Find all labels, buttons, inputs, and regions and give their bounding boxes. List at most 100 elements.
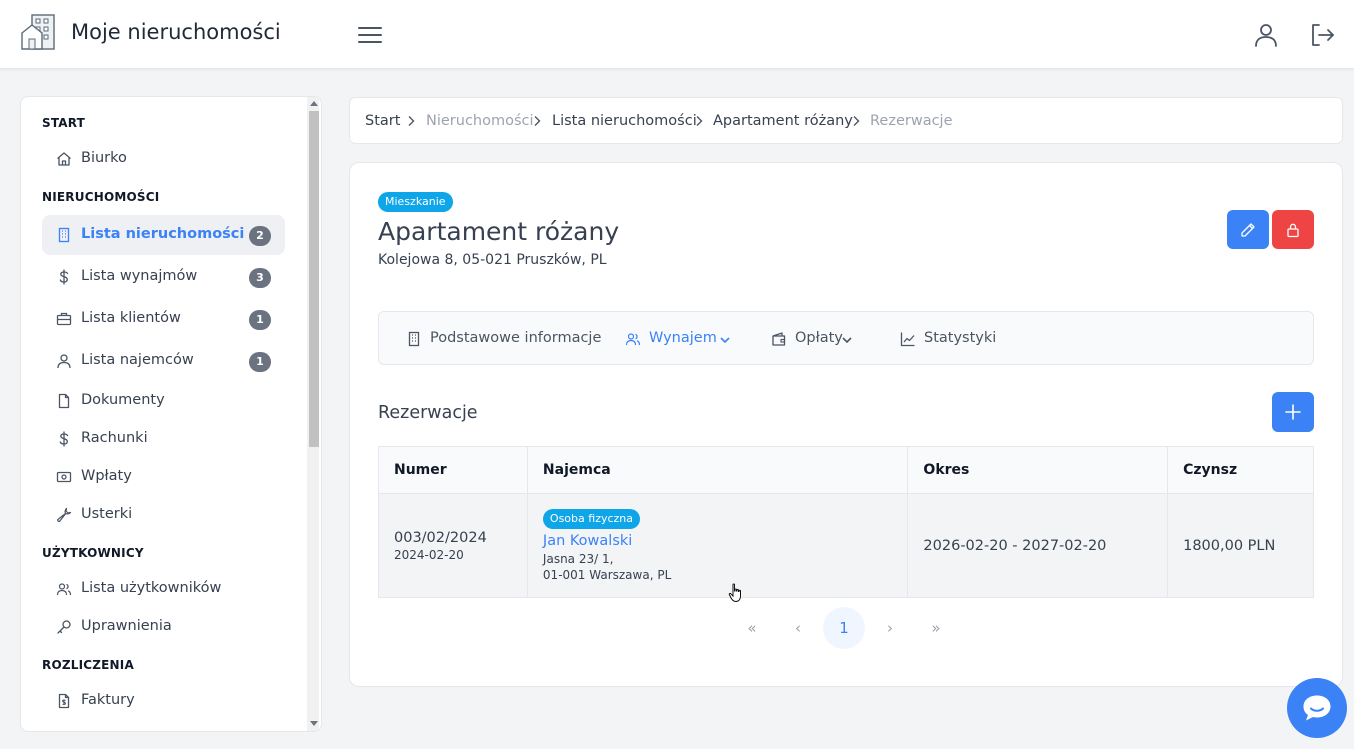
sidebar-item-usterki[interactable]: Usterki [42, 495, 285, 535]
chevron-down-icon [842, 337, 852, 344]
table-row[interactable]: 003/02/2024 2024-02-20 Osoba fizyczna Ja… [378, 493, 1314, 598]
dollar-icon [59, 269, 69, 285]
cell-number: 003/02/2024 2024-02-20 [378, 493, 528, 598]
column-header[interactable]: Okres [907, 446, 1169, 494]
prev-page-button[interactable]: ‹ [777, 607, 819, 649]
user-icon[interactable] [1253, 22, 1279, 48]
wallet-icon [772, 332, 786, 346]
sidebar-item-lista-uzytkownikow[interactable]: Lista użytkowników [42, 569, 285, 609]
cell-period: 2026-02-20 - 2027-02-20 [907, 493, 1169, 598]
sidebar-item-lista-wynajmow[interactable]: Lista wynajmów 3 [42, 257, 285, 297]
sidebar-scrollbar[interactable] [307, 97, 319, 731]
tab-label: Podstawowe informacje [430, 330, 602, 346]
chevron-right-icon [696, 116, 703, 126]
sidebar-item-biurko[interactable]: Biurko [42, 139, 285, 179]
reservation-date: 2024-02-20 [394, 547, 464, 562]
breadcrumb-start[interactable]: Start [365, 113, 400, 129]
property-address: Kolejowa 8, 05-021 Pruszków, PL [378, 252, 607, 268]
add-reservation-button[interactable] [1272, 392, 1314, 432]
sidebar-item-label: Usterki [81, 506, 133, 522]
sidebar-item-label: Faktury [81, 692, 135, 708]
sidebar-section-start: START [42, 116, 86, 130]
column-header[interactable]: Numer [378, 446, 528, 494]
users-icon [625, 333, 641, 346]
sidebar-item-label: Lista klientów [81, 310, 181, 326]
menu-icon[interactable] [358, 24, 382, 46]
sidebar-item-rachunki[interactable]: Rachunki [42, 419, 285, 459]
pagination: « ‹ 1 › » [731, 607, 951, 649]
tab-label: Wynajem [649, 330, 717, 346]
key-icon [57, 620, 71, 634]
sidebar-item-label: Lista nieruchomości [81, 226, 245, 242]
page-1-button[interactable]: 1 [823, 607, 865, 649]
page-title: Apartament różany [378, 217, 620, 246]
invoice-icon [58, 693, 70, 709]
reservation-number: 003/02/2024 [394, 529, 487, 546]
count-badge: 2 [249, 226, 271, 246]
sidebar-item-label: Uprawnienia [81, 618, 172, 634]
sidebar-item-label: Lista najemców [81, 352, 194, 368]
hand-cursor-icon [728, 583, 741, 603]
chevron-right-icon [534, 116, 541, 126]
sidebar-section-nieruchomosci: NIERUCHOMOŚCI [42, 190, 160, 204]
breadcrumb: Start Nieruchomości Lista nieruchomości … [349, 97, 1343, 144]
table-header-row: Numer Najemca Okres Czynsz [378, 446, 1314, 494]
document-icon [58, 393, 70, 409]
property-type-badge: Mieszkanie [378, 192, 453, 212]
sidebar-item-lista-nieruchomosci[interactable]: Lista nieruchomości 2 [42, 215, 285, 255]
sidebar-section-rozliczenia: ROZLICZENIA [42, 658, 134, 672]
sidebar-item-lista-najemcow[interactable]: Lista najemców 1 [42, 341, 285, 381]
tab-label: Statystyki [924, 330, 997, 346]
users-icon [56, 583, 72, 596]
last-page-button[interactable]: » [915, 607, 957, 649]
chevron-right-icon [408, 116, 415, 126]
breadcrumb-apartament[interactable]: Apartament różany [713, 113, 853, 129]
tab-podstawowe-informacje[interactable]: Podstawowe informacje [406, 329, 601, 349]
home-icon [57, 152, 71, 166]
sidebar-section-uzytkownicy: UŻYTKOWNICY [42, 546, 144, 560]
lock-icon [1287, 223, 1299, 238]
count-badge: 1 [249, 352, 271, 372]
tenant-name-link[interactable]: Jan Kowalski [543, 533, 908, 549]
edit-button[interactable] [1227, 210, 1269, 249]
sidebar-item-faktury[interactable]: Faktury [42, 681, 285, 721]
first-page-button[interactable]: « [731, 607, 773, 649]
chart-icon [900, 332, 915, 347]
sidebar-item-lista-klientow[interactable]: Lista klientów 1 [42, 299, 285, 339]
sidebar-item-uprawnienia[interactable]: Uprawnienia [42, 607, 285, 647]
sidebar-item-label: Biurko [81, 150, 127, 166]
column-header[interactable]: Najemca [526, 446, 909, 494]
reservations-table: Numer Najemca Okres Czynsz 003/02/2024 2… [378, 446, 1314, 598]
tenant-city: 01-001 Warszawa, PL [542, 567, 672, 582]
count-badge: 3 [249, 268, 271, 288]
top-bar: Moje nieruchomości [0, 0, 1354, 69]
building-icon [408, 331, 420, 347]
sidebar-item-dokumenty[interactable]: Dokumenty [42, 381, 285, 421]
count-badge: 1 [249, 310, 271, 330]
plus-icon [1285, 404, 1301, 420]
tab-oplaty[interactable]: Opłaty [771, 329, 863, 349]
breadcrumb-lista-nieruchomosci[interactable]: Lista nieruchomości [552, 113, 697, 129]
tab-wynajem[interactable]: Wynajem [625, 329, 735, 349]
tab-statystyki[interactable]: Statystyki [900, 329, 1000, 349]
breadcrumb-nieruchomosci: Nieruchomości [426, 113, 534, 129]
next-page-button[interactable]: › [869, 607, 911, 649]
sidebar-item-label: Wpłaty [81, 468, 132, 484]
column-header[interactable]: Czynsz [1167, 446, 1314, 494]
sidebar-item-label: Dokumenty [81, 392, 165, 408]
lock-button[interactable] [1272, 210, 1314, 249]
chat-button[interactable] [1287, 678, 1347, 738]
breadcrumb-rezerwacje: Rezerwacje [870, 113, 953, 129]
logout-icon[interactable] [1309, 22, 1335, 48]
scroll-down-icon[interactable] [310, 721, 318, 726]
scroll-up-icon[interactable] [310, 101, 318, 106]
scrollbar-thumb[interactable] [309, 111, 319, 447]
property-tabs: Podstawowe informacje Wynajem Opłaty Sta… [378, 311, 1314, 365]
dollar-icon [59, 431, 69, 447]
sidebar-item-wplaty[interactable]: Wpłaty [42, 457, 285, 497]
tenant-street: Jasna 23/ 1, [542, 551, 614, 566]
tenant-type-badge: Osoba fizyczna [542, 508, 641, 529]
chat-bubble-icon [1303, 695, 1331, 721]
sidebar: START Biurko NIERUCHOMOŚCI Lista nieruch… [20, 96, 322, 732]
building-icon [58, 227, 70, 243]
